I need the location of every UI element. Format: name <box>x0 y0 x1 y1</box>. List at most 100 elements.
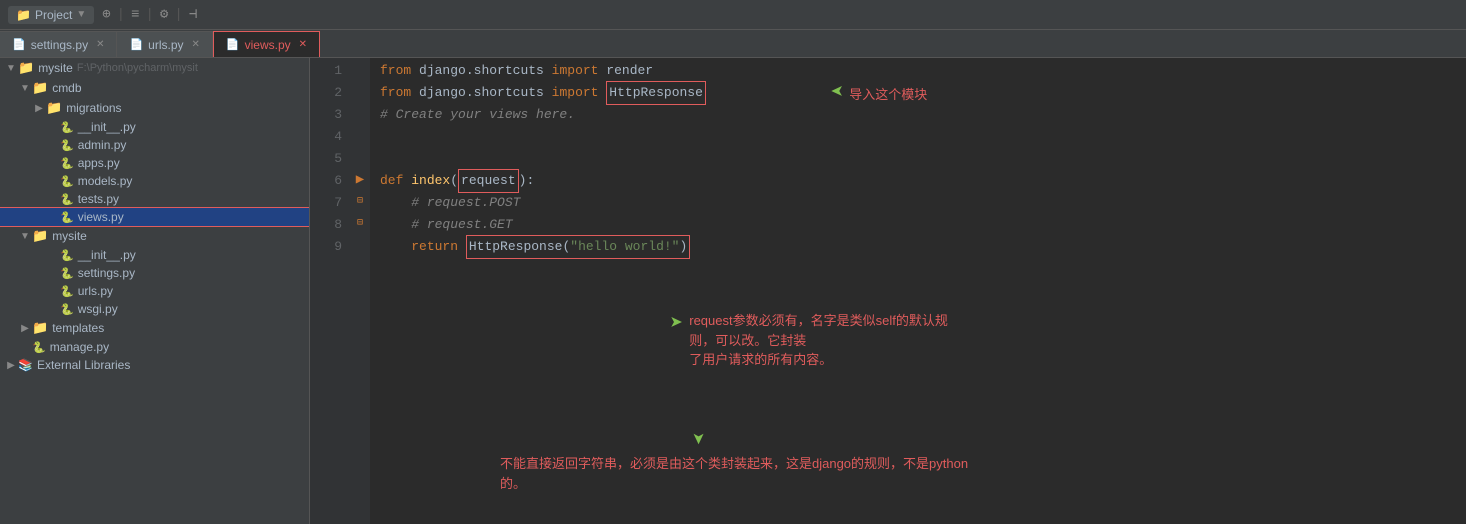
sidebar-item-admin[interactable]: 🐍 admin.py <box>0 136 309 154</box>
tab-settings-close[interactable]: ✕ <box>96 39 104 50</box>
kw-import-1: import <box>552 60 599 82</box>
templates-folder-icon: 📁 <box>32 320 48 336</box>
templates-label: templates <box>52 321 104 335</box>
root-arrow: ▼ <box>4 63 18 74</box>
sidebar-item-mysite[interactable]: ▼ 📁 mysite <box>0 226 309 246</box>
tabs-bar: 📄 settings.py ✕ 📄 urls.py ✕ 📄 views.py ✕ <box>0 30 1466 58</box>
main-area: ▼ 📁 mysite F:\Python\pycharm\mysit ▼ 📁 c… <box>0 58 1466 524</box>
sidebar-item-cmdb-init[interactable]: 🐍 __init__.py <box>0 118 309 136</box>
gutter-7: ⊟ <box>350 190 370 212</box>
tab-urls[interactable]: 📄 urls.py ✕ <box>117 31 212 57</box>
toolbar-icon-4[interactable]: ⊣ <box>189 6 197 23</box>
models-label: models.py <box>78 174 133 188</box>
tab-views-close[interactable]: ✕ <box>299 39 307 50</box>
line-num-3: 3 <box>310 104 342 126</box>
sidebar-item-tests[interactable]: 🐍 tests.py <box>0 190 309 208</box>
line-num-4: 4 <box>310 126 342 148</box>
sidebar-item-views[interactable]: 🐍 views.py <box>0 208 309 226</box>
toolbar-icon-2[interactable]: ≡ <box>131 7 139 23</box>
fn-index: index <box>411 170 450 192</box>
sidebar-item-root[interactable]: ▼ 📁 mysite F:\Python\pycharm\mysit <box>0 58 309 78</box>
http-response-name: HttpResponse <box>606 81 706 105</box>
sidebar-item-models[interactable]: 🐍 models.py <box>0 172 309 190</box>
annotation-request: ➤ request参数必须有，名字是类似self的默认规则，可以改。它封装了用户… <box>670 311 969 370</box>
urls-label: urls.py <box>78 284 113 298</box>
sidebar-item-ext-libs[interactable]: ▶ 📚 External Libraries <box>0 356 309 374</box>
return-statement: HttpResponse("hello world!") <box>466 235 690 259</box>
ext-libs-icon: 📚 <box>18 358 33 372</box>
gutter-3 <box>350 102 370 124</box>
render-name: render <box>606 60 653 82</box>
comment-1: # Create your views here. <box>380 104 575 126</box>
cmdb-arrow: ▼ <box>18 83 32 94</box>
gutter-5 <box>350 146 370 168</box>
green-arrow-import: ➤ <box>830 80 843 106</box>
views-label: views.py <box>78 210 124 224</box>
project-dropdown[interactable]: 📁 Project ▼ <box>8 6 94 24</box>
import-annotation-text: 导入这个模块 <box>849 84 927 103</box>
module-2: django.shortcuts <box>419 82 544 104</box>
kw-return: return <box>411 236 458 258</box>
tab-settings[interactable]: 📄 settings.py ✕ <box>0 31 117 57</box>
tab-urls-label: urls.py <box>148 38 183 52</box>
mysite-arrow: ▼ <box>18 231 32 242</box>
request-annotation-text: request参数必须有，名字是类似self的默认规则，可以改。它封装了用户请求… <box>689 311 969 370</box>
sidebar: ▼ 📁 mysite F:\Python\pycharm\mysit ▼ 📁 c… <box>0 58 310 524</box>
cmdb-folder-icon: 📁 <box>32 80 48 96</box>
views-icon: 🐍 <box>60 211 74 224</box>
urls-file-icon: 📄 <box>129 38 143 51</box>
root-path: F:\Python\pycharm\mysit <box>77 62 198 74</box>
kw-from-2: from <box>380 82 411 104</box>
sidebar-item-templates[interactable]: ▶ 📁 templates <box>0 318 309 338</box>
code-line-8: # request.GET <box>380 214 1466 236</box>
line-num-1: 1 <box>310 60 342 82</box>
toolbar-icon-3[interactable]: ⚙ <box>160 6 168 23</box>
kw-def: def <box>380 170 403 192</box>
line-num-2: 2 <box>310 82 342 104</box>
sidebar-item-manage[interactable]: 🐍 manage.py <box>0 338 309 356</box>
wsgi-label: wsgi.py <box>78 302 118 316</box>
migrations-folder-icon: 📁 <box>46 100 62 116</box>
templates-arrow: ▶ <box>18 323 32 334</box>
line-num-8: 8 <box>310 214 342 236</box>
tab-urls-close[interactable]: ✕ <box>192 39 200 50</box>
sidebar-item-migrations[interactable]: ▶ 📁 migrations <box>0 98 309 118</box>
mysite-folder-icon: 📁 <box>32 228 48 244</box>
mysite-folder-label: mysite <box>52 229 87 243</box>
sidebar-item-apps[interactable]: 🐍 apps.py <box>0 154 309 172</box>
gutter-1 <box>350 58 370 80</box>
kw-import-2: import <box>552 82 599 104</box>
toolbar-icons: ⊕ | ≡ | ⚙ | ⊣ <box>102 6 197 23</box>
sidebar-item-mysite-init[interactable]: 🐍 __init__.py <box>0 246 309 264</box>
code-area: 1 2 3 4 5 6 7 8 9 ▶ ⊟ ⊟ <box>310 58 1466 524</box>
gutter-8: ⊟ <box>350 212 370 234</box>
ext-libs-label: External Libraries <box>37 358 130 372</box>
mysite-init-label: __init__.py <box>78 248 136 262</box>
sidebar-item-urls[interactable]: 🐍 urls.py <box>0 282 309 300</box>
green-arrow-return: ➤ <box>684 432 710 445</box>
annotation-import: ➤ 导入这个模块 <box>830 80 927 106</box>
tab-views[interactable]: 📄 views.py ✕ <box>213 31 320 57</box>
wsgi-icon: 🐍 <box>60 303 74 316</box>
code-editor[interactable]: 1 2 3 4 5 6 7 8 9 ▶ ⊟ ⊟ <box>310 58 1466 524</box>
sidebar-item-settings[interactable]: 🐍 settings.py <box>0 264 309 282</box>
sidebar-item-cmdb[interactable]: ▼ 📁 cmdb <box>0 78 309 98</box>
manage-label: manage.py <box>50 340 109 354</box>
migrations-label: migrations <box>66 101 121 115</box>
tests-label: tests.py <box>78 192 119 206</box>
cmdb-label: cmdb <box>52 81 81 95</box>
apps-icon: 🐍 <box>60 157 74 170</box>
root-label: mysite <box>38 61 73 75</box>
line-num-5: 5 <box>310 148 342 170</box>
cmdb-init-label: __init__.py <box>78 120 136 134</box>
sidebar-item-wsgi[interactable]: 🐍 wsgi.py <box>0 300 309 318</box>
manage-icon: 🐍 <box>32 341 46 354</box>
admin-icon: 🐍 <box>60 139 74 152</box>
project-label: Project <box>35 8 72 22</box>
tab-views-label: views.py <box>245 38 291 52</box>
cmdb-init-icon: 🐍 <box>60 121 74 134</box>
comment-2: # request.POST <box>411 192 520 214</box>
gutter-9 <box>350 234 370 256</box>
gutter-2 <box>350 80 370 102</box>
toolbar-icon-1[interactable]: ⊕ <box>102 6 110 23</box>
